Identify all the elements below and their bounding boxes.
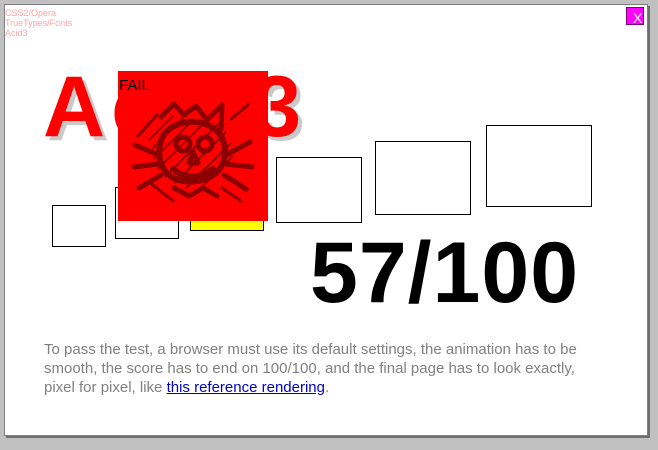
test-box-4 (375, 141, 471, 215)
fail-label: FAIL (119, 77, 150, 94)
test-box-3 (276, 157, 362, 223)
reference-rendering-link[interactable]: this reference rendering (167, 379, 325, 396)
cat-face-fail-icon (131, 101, 255, 203)
status-lines: CSS2/Opera TrueTypes/Fonts Acid3 (5, 8, 72, 38)
status-line-3: Acid3 (5, 28, 28, 38)
fail-panel: FAIL (118, 71, 268, 221)
acid3-window: CSS2/Opera TrueTypes/Fonts Acid3 X Acid3… (4, 4, 648, 436)
close-button[interactable]: X (626, 7, 644, 26)
status-line-2: TrueTypes/Fonts (5, 18, 73, 28)
test-box-5 (486, 125, 592, 207)
status-line-1: CSS2/Opera (5, 8, 57, 18)
score-display: 57/100 (310, 225, 580, 321)
instructions-end-punctuation: . (325, 379, 330, 396)
instructions-paragraph: To pass the test, a browser must use its… (44, 340, 604, 397)
test-box-1 (52, 205, 106, 247)
